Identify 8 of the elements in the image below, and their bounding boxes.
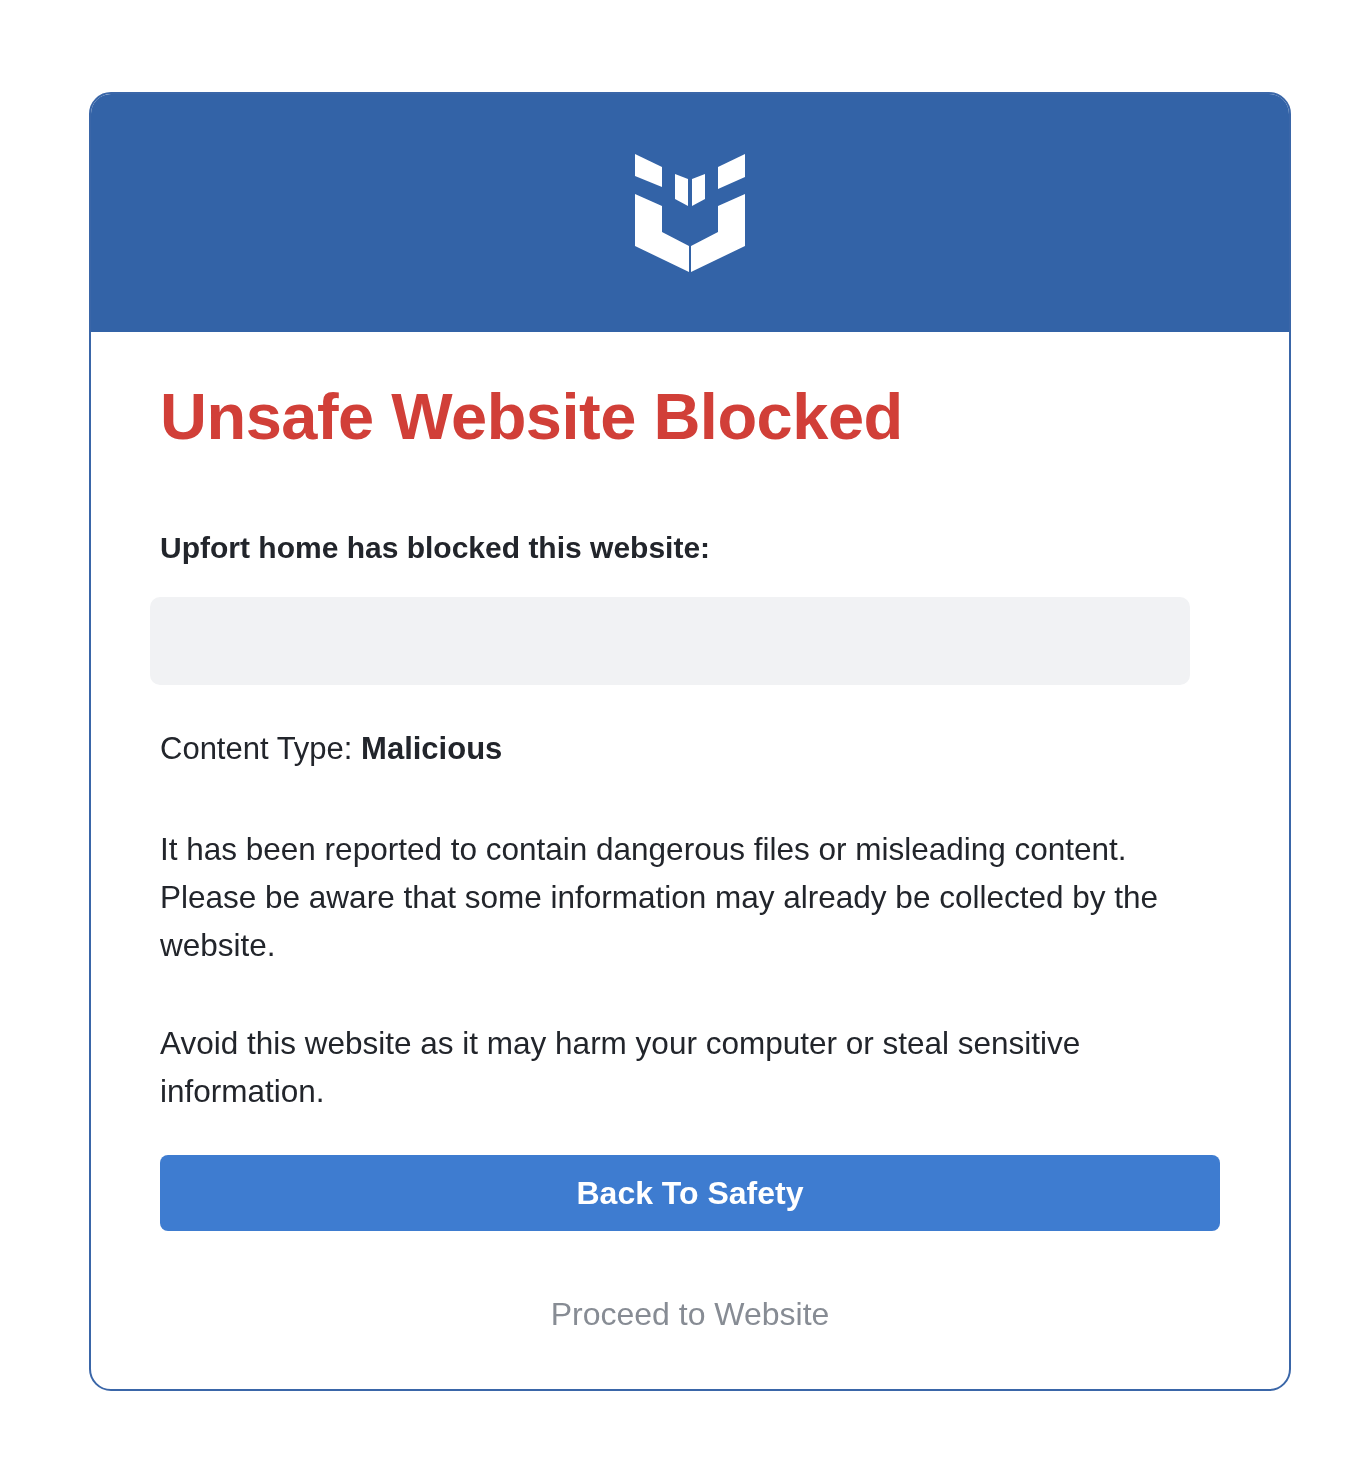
content-type-text: Content Type: Malicious (160, 731, 504, 767)
warning-title: Unsafe Website Blocked (160, 379, 904, 455)
back-to-safety-button[interactable]: Back To Safety (160, 1155, 1220, 1231)
proceed-link[interactable]: Proceed to Website (550, 1296, 830, 1332)
blocked-notice-text: Upfort home has blocked this website: (160, 530, 712, 566)
warning-paragraph: Avoid this website as it may harm your computer or steal sensitive information. (160, 1024, 1082, 1111)
warning-paragraph: It has been reported to contain dangerous files or misleading content. Please be aware that some information may already be collected by the website. (160, 830, 1160, 965)
shield-logo-icon (635, 154, 745, 272)
